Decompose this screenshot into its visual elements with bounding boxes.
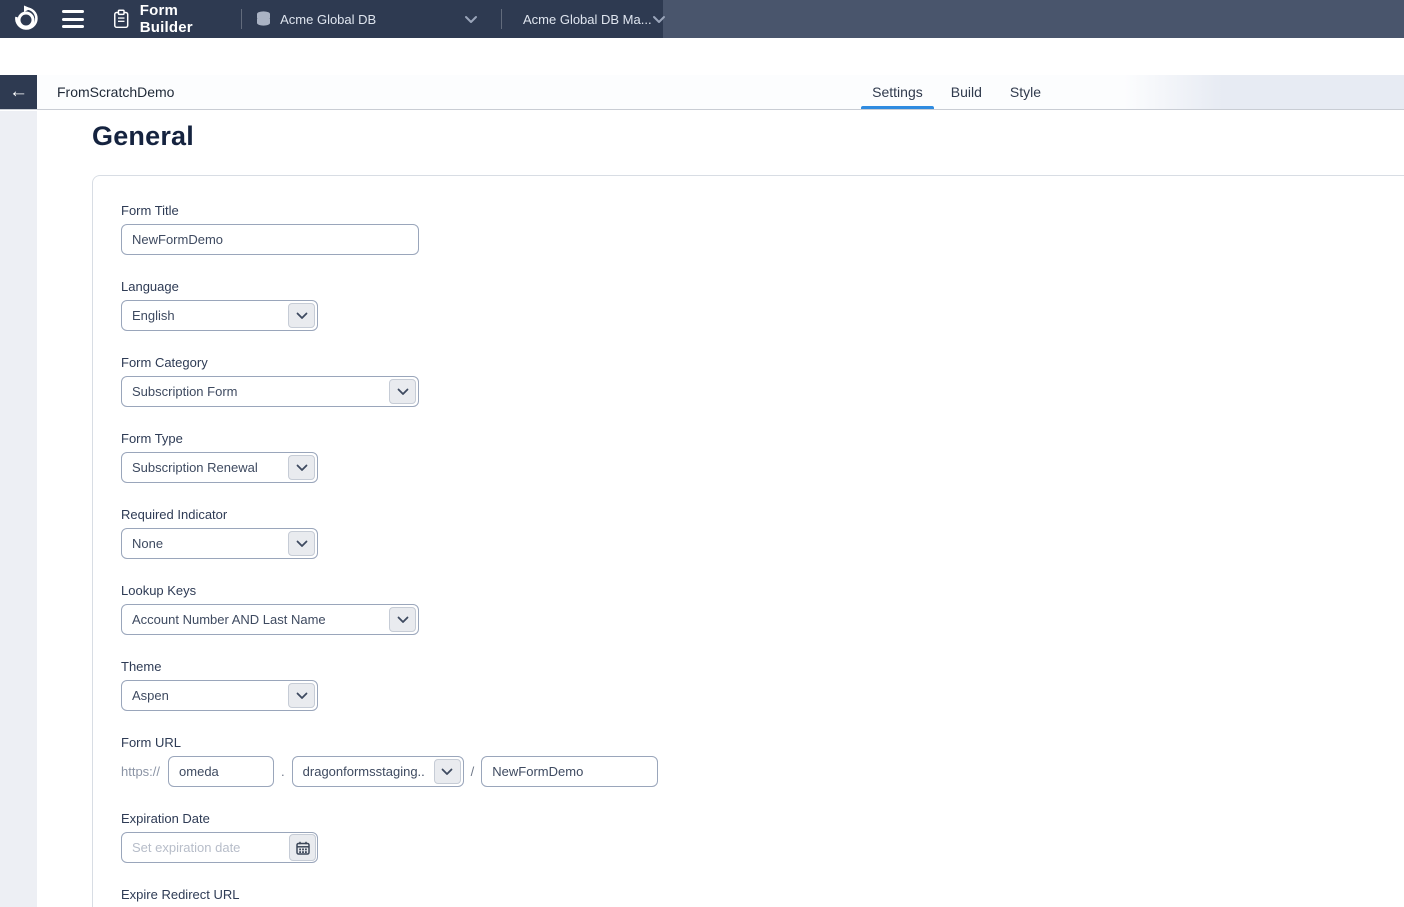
database-dropdown[interactable]: Acme Global DB: [255, 0, 488, 38]
tab-build[interactable]: Build: [937, 75, 996, 109]
tab-bar: Settings Build Style: [858, 75, 1055, 109]
language-select[interactable]: English: [121, 300, 318, 331]
url-subdomain-input[interactable]: [168, 756, 274, 787]
required-indicator-select-value: None: [132, 536, 163, 551]
general-settings-card: Form Title Language English Form Categor…: [92, 175, 1404, 907]
lookup-keys-label: Lookup Keys: [121, 583, 1404, 598]
navbar-divider: [501, 9, 502, 29]
form-title-label: Form Title: [121, 203, 1404, 218]
url-protocol: https://: [121, 764, 160, 779]
form-title-input[interactable]: [121, 224, 419, 255]
chevron-down-icon[interactable]: [288, 303, 315, 328]
expiration-date-wrap: [121, 832, 318, 863]
required-indicator-select[interactable]: None: [121, 528, 318, 559]
form-type-label: Form Type: [121, 431, 1404, 446]
expiration-date-label: Expiration Date: [121, 811, 1404, 826]
field-theme: Theme Aspen: [121, 659, 1404, 711]
url-path-input[interactable]: [481, 756, 658, 787]
tab-style[interactable]: Style: [996, 75, 1055, 109]
hamburger-menu-icon[interactable]: [62, 10, 84, 28]
chevron-down-icon[interactable]: [389, 607, 416, 632]
form-name: FromScratchDemo: [57, 84, 174, 100]
form-url-label: Form URL: [121, 735, 1404, 750]
chevron-down-icon: [652, 15, 666, 24]
left-rail: [0, 111, 37, 907]
tab-settings[interactable]: Settings: [858, 75, 937, 109]
url-domain-select[interactable]: dragonformsstaging....: [292, 756, 464, 787]
chevron-down-icon[interactable]: [288, 531, 315, 556]
app-title: Form Builder: [140, 2, 228, 36]
field-lookup-keys: Lookup Keys Account Number AND Last Name: [121, 583, 1404, 635]
navbar-dark-section: Form Builder Acme Global DB Acme Global …: [0, 0, 663, 38]
form-category-select[interactable]: Subscription Form: [121, 376, 419, 407]
chevron-down-icon[interactable]: [389, 379, 416, 404]
field-language: Language English: [121, 279, 1404, 331]
language-label: Language: [121, 279, 1404, 294]
language-select-value: English: [132, 308, 175, 323]
field-expire-redirect-url: Expire Redirect URL: [121, 887, 1404, 907]
field-form-category: Form Category Subscription Form: [121, 355, 1404, 407]
chevron-down-icon: [464, 15, 478, 24]
form-toolbar: ← FromScratchDemo Settings Build Style: [0, 75, 1404, 110]
field-form-url: Form URL https:// . dragonformsstaging..…: [121, 735, 1404, 787]
lookup-keys-select[interactable]: Account Number AND Last Name: [121, 604, 419, 635]
form-url-row: https:// . dragonformsstaging.... /: [121, 756, 1404, 787]
field-required-indicator: Required Indicator None: [121, 507, 1404, 559]
page-title: General: [92, 121, 1404, 152]
chevron-down-icon[interactable]: [288, 455, 315, 480]
url-domain-select-value: dragonformsstaging....: [303, 764, 425, 779]
theme-label: Theme: [121, 659, 1404, 674]
chevron-down-icon[interactable]: [288, 683, 315, 708]
database-dropdown-label: Acme Global DB: [280, 12, 376, 27]
account-dropdown[interactable]: Acme Global DB Ma...: [515, 0, 663, 38]
calendar-icon[interactable]: [289, 834, 316, 861]
toolbar-right-tint: [1124, 75, 1404, 109]
back-button[interactable]: ←: [0, 75, 37, 109]
top-navbar: Form Builder Acme Global DB Acme Global …: [0, 0, 1404, 38]
theme-select[interactable]: Aspen: [121, 680, 318, 711]
expire-redirect-url-label: Expire Redirect URL: [121, 887, 1404, 902]
omeda-logo-icon[interactable]: [12, 4, 40, 34]
form-category-label: Form Category: [121, 355, 1404, 370]
navbar-divider: [241, 9, 242, 29]
lookup-keys-select-value: Account Number AND Last Name: [132, 612, 326, 627]
field-form-type: Form Type Subscription Renewal: [121, 431, 1404, 483]
field-expiration-date: Expiration Date: [121, 811, 1404, 863]
form-type-select-value: Subscription Renewal: [132, 460, 258, 475]
chevron-down-icon[interactable]: [434, 759, 461, 784]
clipboard-icon: [112, 8, 130, 30]
url-slash-separator: /: [471, 764, 475, 779]
url-dot-separator: .: [281, 764, 285, 779]
field-form-title: Form Title: [121, 203, 1404, 255]
app-section: Form Builder: [112, 2, 228, 36]
account-dropdown-label: Acme Global DB Ma...: [523, 12, 652, 27]
theme-select-value: Aspen: [132, 688, 169, 703]
form-type-select[interactable]: Subscription Renewal: [121, 452, 318, 483]
settings-content: General Form Title Language English Form…: [37, 111, 1404, 907]
form-category-select-value: Subscription Form: [132, 384, 237, 399]
database-icon: [255, 10, 272, 28]
required-indicator-label: Required Indicator: [121, 507, 1404, 522]
